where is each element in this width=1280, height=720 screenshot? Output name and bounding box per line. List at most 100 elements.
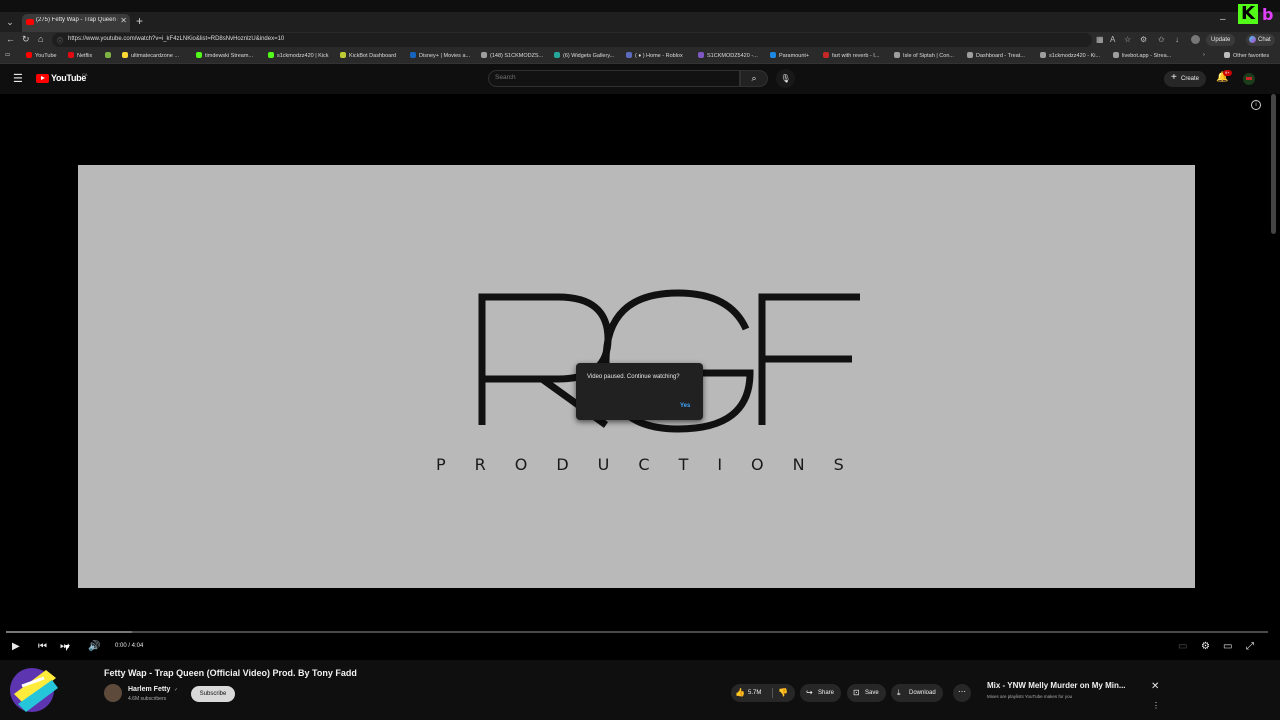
- channel-avatar[interactable]: [104, 684, 122, 702]
- address-bar[interactable]: ⓘ https://www.youtube.com/watch?v=i_kF4z…: [52, 33, 1092, 47]
- video-info-icon[interactable]: i: [1251, 100, 1261, 110]
- productions-text: PRODUCTIONS: [436, 455, 873, 474]
- bookmarks-menu-icon[interactable]: ▭: [5, 52, 10, 58]
- url-text[interactable]: https://www.youtube.com/watch?v=i_kF4zLN…: [68, 36, 284, 42]
- thumbs-up-icon: 👍: [735, 688, 745, 697]
- search-button[interactable]: ⌕: [740, 70, 768, 87]
- theater-mode-icon[interactable]: ▭: [1223, 641, 1232, 652]
- kick-overlay-badge: b: [1262, 5, 1274, 24]
- app-available-icon[interactable]: ▦: [1096, 35, 1104, 44]
- progress-buffered: [6, 631, 133, 633]
- voice-search-button[interactable]: 🎙: [776, 69, 795, 88]
- bookmark-item[interactable]: Dashboard - Treat...: [967, 52, 1025, 59]
- bookmark-item[interactable]: Netflix: [68, 52, 92, 59]
- rgf-letter-f: [758, 293, 860, 425]
- download-button[interactable]: ⤓ Download: [891, 684, 943, 702]
- bookmark-item[interactable]: fart with reverb - I...: [823, 52, 879, 59]
- bookmark-item[interactable]: s1ckmodzz420 | Kick: [268, 52, 329, 59]
- like-button[interactable]: 👍 5.7M: [735, 684, 761, 702]
- bookmark-item[interactable]: Isle of Siptah | Con...: [894, 52, 954, 59]
- subscribe-button[interactable]: Subscribe: [191, 686, 235, 702]
- share-button[interactable]: ↪ Share: [800, 684, 842, 702]
- bookmark-favicon-icon: [105, 52, 111, 58]
- bookmark-item[interactable]: Paramount+: [770, 52, 809, 59]
- account-avatar[interactable]: [1243, 73, 1255, 85]
- bookmark-favicon-icon: [268, 52, 274, 58]
- tab-title: (275) Fetty Wap - Trap Queen (Offi: [36, 17, 118, 23]
- bookmarks-overflow-icon[interactable]: ›: [1203, 52, 1205, 58]
- new-tab-icon[interactable]: +: [136, 14, 143, 28]
- play-icon[interactable]: ▶: [12, 641, 20, 652]
- bookmark-item[interactable]: ( ♦ ) Home - Roblox: [626, 52, 683, 59]
- video-player[interactable]: i PRODUCTIONS Video paused. Continue wat…: [0, 94, 1280, 660]
- bookmark-favicon-icon: [967, 52, 973, 58]
- back-arrow-icon[interactable]: ←: [6, 34, 15, 44]
- tab-search-icon[interactable]: ⌄: [3, 15, 17, 29]
- favorites-icon[interactable]: ✩: [1158, 35, 1165, 44]
- page-scrollbar[interactable]: [1271, 94, 1276, 234]
- bookmark-favicon-icon: [26, 52, 32, 58]
- close-tab-icon[interactable]: ✕: [120, 16, 127, 25]
- more-vert-icon[interactable]: ⋮: [1152, 701, 1160, 710]
- bookmark-favicon-icon: [122, 52, 128, 58]
- minimize-window-icon[interactable]: –: [1220, 14, 1226, 25]
- profile-avatar[interactable]: [1191, 35, 1200, 44]
- site-info-icon[interactable]: ⓘ: [57, 36, 63, 45]
- extensions-icon[interactable]: ⚙: [1140, 35, 1147, 44]
- save-button[interactable]: ⊡ Save: [847, 684, 886, 702]
- youtube-wordmark[interactable]: YouTube: [51, 73, 86, 83]
- bookmark-item[interactable]: [105, 52, 114, 59]
- video-title: Fetty Wap - Trap Queen (Official Video) …: [104, 668, 357, 678]
- search-box[interactable]: [488, 70, 740, 87]
- subtitles-icon[interactable]: ▭: [1178, 641, 1187, 652]
- download-icon: ⤓: [897, 688, 901, 697]
- progress-bar[interactable]: [6, 631, 1268, 633]
- continue-watching-dialog: Video paused. Continue watching? Yes: [576, 363, 703, 420]
- bookmark-item[interactable]: S1CKMODZ5420 -...: [698, 52, 758, 59]
- channel-watermark-logo: [10, 668, 58, 712]
- close-icon[interactable]: ✕: [1151, 681, 1159, 692]
- more-actions-button[interactable]: ⋯: [953, 684, 971, 702]
- volume-icon[interactable]: 🔊: [88, 641, 100, 652]
- bookmark-item[interactable]: ultimatecardzone ...: [122, 52, 179, 59]
- search-input[interactable]: [495, 74, 725, 81]
- read-aloud-icon[interactable]: A: [1110, 35, 1115, 44]
- active-browser-tab[interactable]: (275) Fetty Wap - Trap Queen (Offi ✕: [22, 14, 130, 32]
- video-frame[interactable]: PRODUCTIONS Video paused. Continue watch…: [78, 165, 1195, 588]
- like-dislike-group: 👍 5.7M 👎: [731, 684, 795, 702]
- reload-icon[interactable]: ↻: [22, 34, 30, 45]
- home-icon[interactable]: ⌂: [38, 34, 43, 44]
- microphone-icon: 🎙: [780, 74, 791, 83]
- like-count: 5.7M: [748, 690, 762, 696]
- channel-name[interactable]: Harlem Fetty: [128, 686, 170, 693]
- bookmark-item[interactable]: livebot.app - Strea...: [1113, 52, 1171, 59]
- bookmark-item[interactable]: (148) S1CKMODZS...: [481, 52, 543, 59]
- region-code: CA: [82, 72, 88, 77]
- bookmark-favicon-icon: [410, 52, 416, 58]
- bookmark-item[interactable]: YouTube: [26, 52, 57, 59]
- mix-title[interactable]: Mix - YNW Melly Murder on My Min...: [987, 681, 1147, 690]
- bookmark-favicon-icon: [196, 52, 202, 58]
- bookmark-item[interactable]: Disney+ | Movies a...: [410, 52, 470, 59]
- other-favorites-folder[interactable]: Other favorites: [1224, 52, 1269, 59]
- bookmark-item[interactable]: (6) Widgets Gallery...: [554, 52, 614, 59]
- dislike-button[interactable]: 👎: [778, 684, 788, 702]
- settings-gear-icon[interactable]: ⚙: [1201, 641, 1210, 652]
- bookmark-item[interactable]: timdewski Stream...: [196, 52, 253, 59]
- previous-icon[interactable]: ⏮: [38, 641, 47, 652]
- update-button[interactable]: Update: [1206, 34, 1236, 46]
- youtube-logo-icon[interactable]: [36, 74, 49, 83]
- favorite-star-icon[interactable]: ☆: [1124, 35, 1131, 44]
- copilot-chat-button[interactable]: Chat: [1246, 34, 1275, 46]
- mix-playlist-card[interactable]: Mix - YNW Melly Murder on My Min... Mixe…: [981, 677, 1169, 717]
- continue-yes-button[interactable]: Yes: [680, 403, 690, 409]
- downloads-icon[interactable]: ↓: [1175, 35, 1179, 44]
- bookmark-item[interactable]: s1ckmodzz420 - Ki...: [1040, 52, 1100, 59]
- guide-menu-icon[interactable]: ☰: [13, 72, 23, 85]
- fullscreen-icon[interactable]: ⤢: [1246, 641, 1254, 652]
- create-button[interactable]: Create: [1164, 70, 1206, 87]
- kick-overlay-logo: K: [1238, 4, 1258, 24]
- bookmark-favicon-icon: [770, 52, 776, 58]
- bookmark-favicon-icon: [1040, 52, 1046, 58]
- bookmark-item[interactable]: KickBot Dashboard: [340, 52, 396, 59]
